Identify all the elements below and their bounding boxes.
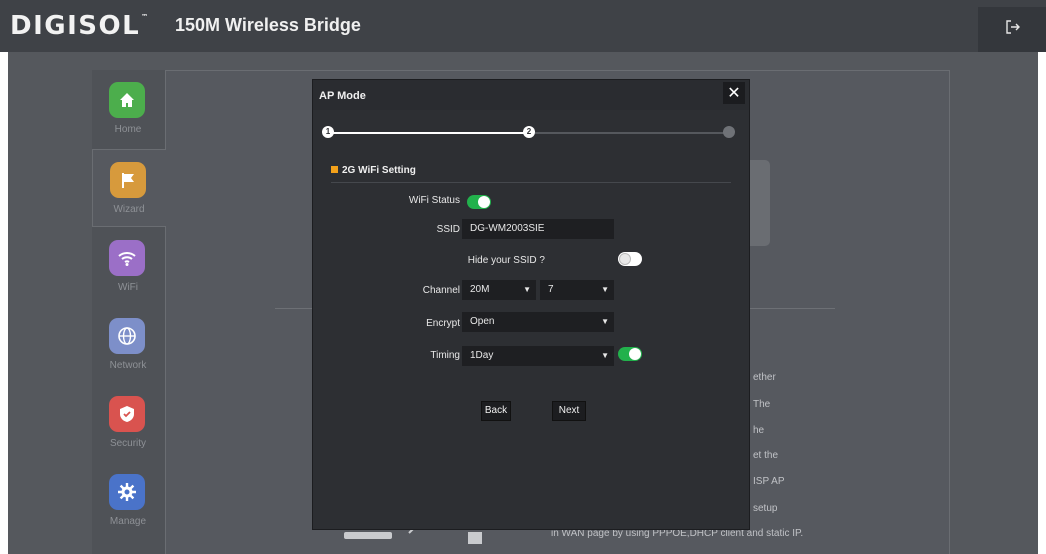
encrypt-label: Encrypt: [426, 318, 460, 329]
sidebar-item-label: Manage: [109, 516, 147, 527]
back-button[interactable]: Back: [481, 401, 511, 421]
channel-label: Channel: [422, 285, 460, 296]
home-icon: [109, 82, 145, 118]
background-text: The: [753, 399, 771, 410]
sidebar-item-manage[interactable]: Manage: [92, 462, 165, 540]
step-indicator-2: 2: [523, 126, 535, 138]
dialog-title: AP Mode: [319, 90, 366, 102]
step-indicator-1: 1: [322, 126, 334, 138]
ssid-label: SSID: [436, 224, 460, 235]
hide-ssid-toggle[interactable]: [618, 252, 642, 266]
background-text: setup: [753, 503, 778, 514]
app-title: 150M Wireless Bridge: [175, 15, 361, 35]
sidebar-item-label: Wizard: [113, 204, 145, 215]
section-title: 2G WiFi Setting: [331, 165, 416, 176]
sidebar-item-label: Network: [109, 360, 147, 371]
background-text: ether: [753, 372, 776, 383]
ap-mode-dialog: AP Mode ✕ 1 2 2G WiFi Setting WiFi Statu…: [312, 79, 750, 530]
step-indicator-3: [723, 126, 735, 138]
sidebar-item-security[interactable]: Security: [92, 384, 165, 462]
encrypt-select[interactable]: Open ▼: [462, 312, 614, 332]
close-button[interactable]: ✕: [723, 82, 745, 104]
brand-logo: DIGISOL™: [10, 11, 150, 41]
sidebar-item-wizard[interactable]: Wizard: [92, 149, 166, 227]
section-marker: [331, 166, 338, 173]
sidebar-item-label: WiFi: [118, 282, 138, 293]
logout-button[interactable]: [978, 7, 1046, 52]
dropdown-arrow-icon: ▼: [601, 317, 609, 326]
top-bar: DIGISOL™ 150M Wireless Bridge: [0, 0, 1046, 52]
globe-icon: [109, 318, 145, 354]
logout-icon: [1006, 20, 1020, 34]
timing-toggle[interactable]: [618, 347, 642, 361]
background-text: et the: [753, 450, 779, 461]
channel-width-select[interactable]: 20M ▼: [462, 280, 536, 300]
wifi-status-toggle[interactable]: [467, 195, 491, 209]
wifi-status-label: WiFi Status: [408, 195, 460, 206]
sidebar-item-wifi[interactable]: WiFi: [92, 228, 165, 306]
sidebar-item-label: Security: [109, 438, 147, 449]
dropdown-arrow-icon: ▼: [523, 285, 531, 294]
next-button[interactable]: Next: [552, 401, 586, 421]
flag-icon: [110, 162, 146, 198]
sidebar-item-label: Home: [114, 124, 142, 135]
channel-select[interactable]: 7 ▼: [540, 280, 614, 300]
mode-card-edge: [748, 160, 770, 246]
timing-label: Timing: [430, 350, 460, 361]
hide-ssid-label: Hide your SSID ?: [467, 255, 545, 266]
dropdown-arrow-icon: ▼: [601, 351, 609, 360]
ssid-input[interactable]: DG-WM2003SIE: [462, 219, 614, 239]
background-text: he: [753, 425, 765, 436]
sidebar-item-home[interactable]: Home: [92, 70, 165, 148]
sidebar-item-network[interactable]: Network: [92, 306, 165, 384]
dropdown-arrow-icon: ▼: [601, 285, 609, 294]
background-text: ISP AP: [753, 476, 785, 487]
shield-icon: [109, 396, 145, 432]
gear-icon: [109, 474, 145, 510]
dialog-header: [313, 80, 749, 110]
section-divider: [331, 182, 731, 183]
timing-select[interactable]: 1Day ▼: [462, 346, 614, 366]
wifi-icon: [109, 240, 145, 276]
